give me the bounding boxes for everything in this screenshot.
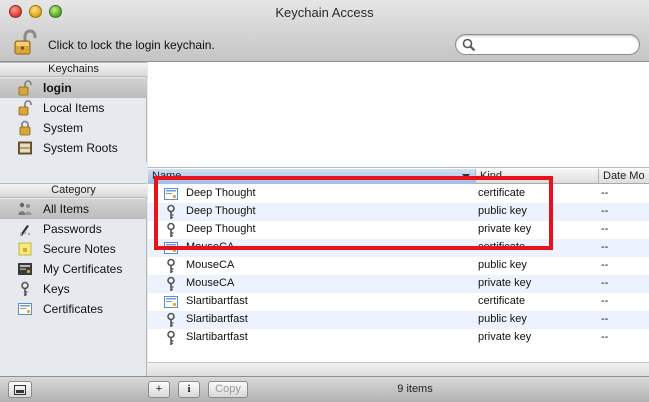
sidebar-item-label: Local Items: [43, 101, 105, 115]
certificate-cabinet-icon: [18, 141, 32, 155]
lock-keychain-label[interactable]: Click to lock the login keychain.: [48, 38, 215, 52]
cell-kind: private key: [478, 331, 532, 343]
keychains-header: Keychains: [0, 62, 147, 77]
sidebar-item-label: Passwords: [43, 222, 102, 236]
key-icon: [21, 281, 29, 296]
search-icon: [462, 38, 476, 52]
all-items-icon: [18, 202, 32, 215]
sidebar-item-label: Keys: [43, 282, 70, 296]
cell-date: --: [601, 223, 609, 235]
open-lock-icon: [18, 80, 32, 96]
item-count-status: 9 items: [397, 383, 433, 395]
sidebar-item-label: Certificates: [43, 302, 104, 316]
sidebar-item-label: login: [43, 81, 72, 95]
sidebar-spacer: [0, 162, 147, 184]
cell-date: --: [601, 259, 609, 271]
table-row[interactable]: Slartibartfast private key --: [148, 329, 649, 347]
cell-date: --: [601, 277, 609, 289]
key-icon: [167, 312, 175, 327]
cell-name: Slartibartfast: [186, 331, 248, 343]
cell-date: --: [601, 313, 609, 325]
sidebar-item-login[interactable]: login: [0, 78, 147, 98]
sidebar-item-secure-notes[interactable]: Secure Notes: [0, 239, 147, 259]
cell-name: MouseCA: [186, 259, 235, 271]
sidebar-item-local-items[interactable]: Local Items: [0, 98, 147, 118]
sidebar: Keychains login Local Items System Syste…: [0, 62, 147, 376]
get-info-button[interactable]: i: [178, 381, 200, 398]
item-info-panel: [148, 62, 649, 168]
cell-date: --: [601, 331, 609, 343]
passwords-icon: [19, 225, 31, 236]
cell-kind: public key: [478, 313, 527, 325]
key-icon: [167, 276, 175, 291]
cell-kind: certificate: [478, 295, 526, 307]
lock-keychain-button[interactable]: [12, 29, 40, 57]
add-item-button[interactable]: +: [148, 381, 170, 398]
lock-icon: [19, 120, 31, 136]
search-input[interactable]: [480, 37, 630, 52]
search-field[interactable]: [455, 34, 640, 55]
key-icon: [167, 330, 175, 345]
certificate-icon: [18, 303, 32, 315]
window-title: Keychain Access: [275, 5, 374, 20]
table-row[interactable]: MouseCA public key --: [148, 257, 649, 275]
sidebar-item-certificates[interactable]: Certificates: [0, 299, 147, 319]
highlight-annotation: [154, 176, 553, 250]
toggle-sidebar-button[interactable]: [8, 381, 32, 398]
cell-name: Slartibartfast: [186, 295, 248, 307]
cell-kind: private key: [478, 277, 532, 289]
cell-date: --: [601, 295, 609, 307]
sidebar-item-label: Secure Notes: [43, 242, 116, 256]
sidebar-item-label: System Roots: [43, 141, 118, 155]
cell-name: Slartibartfast: [186, 313, 248, 325]
sidebar-item-keys[interactable]: Keys: [0, 279, 147, 299]
title-bar: Keychain Access Click to lock the login …: [0, 0, 649, 62]
open-padlock-icon: [14, 29, 37, 55]
key-icon: [167, 258, 175, 273]
sidebar-item-my-certificates[interactable]: My Certificates: [0, 259, 147, 279]
table-row[interactable]: Slartibartfast certificate --: [148, 293, 649, 311]
sidebar-toggle-icon: [14, 385, 26, 395]
sidebar-item-label: System: [43, 121, 84, 135]
sidebar-item-system-roots[interactable]: System Roots: [0, 138, 147, 158]
cell-name: MouseCA: [186, 277, 235, 289]
sidebar-item-label: All Items: [43, 202, 90, 216]
bottom-bar: + i Copy 9 items: [0, 376, 649, 402]
table-row[interactable]: MouseCA private key --: [148, 275, 649, 293]
category-header: Category: [0, 183, 147, 198]
cell-date: --: [601, 205, 609, 217]
my-certificate-icon: [18, 263, 32, 275]
secure-note-icon: [18, 242, 32, 256]
copy-button[interactable]: Copy: [208, 381, 248, 398]
cell-date: --: [601, 187, 609, 199]
sidebar-item-all-items[interactable]: All Items: [0, 199, 147, 219]
sidebar-item-label: My Certificates: [43, 262, 123, 276]
keychain-access-window: Keychain Access Click to lock the login …: [0, 0, 649, 402]
open-lock-icon: [18, 100, 32, 116]
cell-kind: public key: [478, 259, 527, 271]
certificate-icon: [164, 296, 178, 308]
sidebar-item-system[interactable]: System: [0, 118, 147, 138]
cell-date: --: [601, 241, 609, 253]
column-header-date-modified[interactable]: Date Mo: [599, 169, 649, 184]
table-row[interactable]: Slartibartfast public key --: [148, 311, 649, 329]
horizontal-scrollbar[interactable]: [148, 362, 649, 376]
sidebar-item-passwords[interactable]: Passwords: [0, 219, 147, 239]
